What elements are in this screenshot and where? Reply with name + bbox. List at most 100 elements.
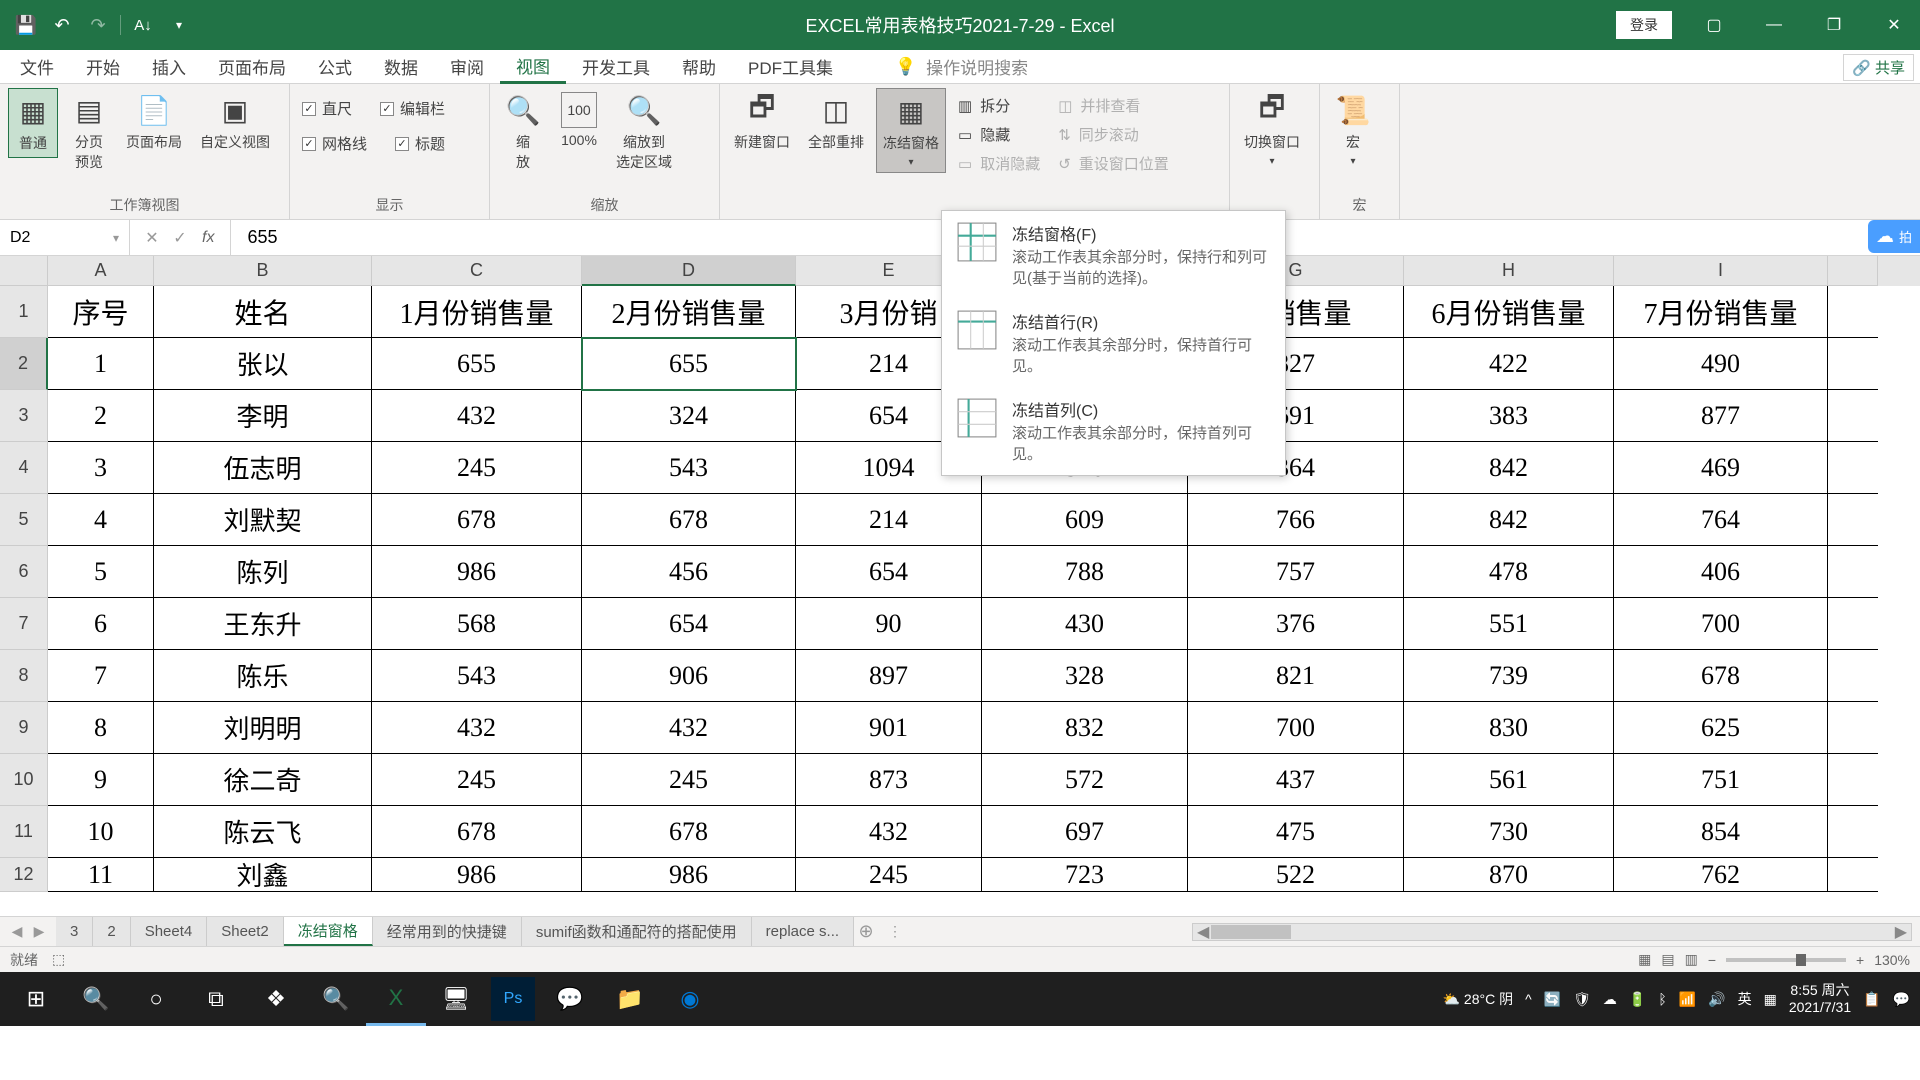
cell[interactable]: 572 <box>982 754 1188 806</box>
cell[interactable]: 700 <box>1188 702 1404 754</box>
view-pagebreak-icon[interactable]: ▥ <box>1685 951 1698 968</box>
monitor-icon[interactable]: 🖥 <box>426 972 486 1026</box>
sheet-tab[interactable]: replace s... <box>752 917 854 946</box>
cell[interactable]: 10 <box>48 806 154 858</box>
cell[interactable]: 9 <box>48 754 154 806</box>
row-header[interactable]: 5 <box>0 494 48 546</box>
cell[interactable]: 655 <box>582 338 796 390</box>
cell[interactable]: 376 <box>1188 598 1404 650</box>
cell[interactable]: 陈列 <box>154 546 372 598</box>
maximize-icon[interactable]: ❐ <box>1808 0 1860 50</box>
cell[interactable]: 655 <box>372 338 582 390</box>
tell-me[interactable]: 💡操作说明搜索 <box>879 50 1044 84</box>
cloud-sync-button[interactable]: ☁ 拍 <box>1868 220 1920 253</box>
cell[interactable]: 788 <box>982 546 1188 598</box>
col-header[interactable]: C <box>372 256 582 286</box>
notifications-icon[interactable]: 📋 <box>1863 991 1880 1008</box>
cell[interactable]: 李明 <box>154 390 372 442</box>
cell[interactable]: 11 <box>48 858 154 892</box>
cell[interactable]: 姓名 <box>154 286 372 338</box>
tab-nav-next[interactable]: ▶ <box>30 923 48 940</box>
cell[interactable]: 5 <box>48 546 154 598</box>
cell[interactable]: 陈云飞 <box>154 806 372 858</box>
cell[interactable] <box>1828 806 1878 858</box>
freeze-panes-option[interactable]: 冻结窗格(F)滚动工作表其余部分时，保持行和列可见(基于当前的选择)。 <box>942 211 1285 299</box>
tab-developer[interactable]: 开发工具 <box>566 50 666 84</box>
redo-icon[interactable]: ↷ <box>84 11 112 39</box>
cell[interactable]: 543 <box>582 442 796 494</box>
cell[interactable]: 刘默契 <box>154 494 372 546</box>
macros-button[interactable]: 📜宏▾ <box>1328 88 1378 171</box>
view-normal-button[interactable]: ▦普通 <box>8 88 58 158</box>
check-headings[interactable]: 标题 <box>391 131 449 156</box>
cell[interactable]: 245 <box>372 442 582 494</box>
cell[interactable]: 832 <box>982 702 1188 754</box>
tray-battery-icon[interactable]: 🔋 <box>1629 991 1646 1008</box>
cell[interactable]: 475 <box>1188 806 1404 858</box>
cell[interactable]: 654 <box>796 546 982 598</box>
cell[interactable]: 刘鑫 <box>154 858 372 892</box>
cell[interactable] <box>1828 754 1878 806</box>
tab-help[interactable]: 帮助 <box>666 50 732 84</box>
cell[interactable]: 2 <box>48 390 154 442</box>
tray-sync-icon[interactable]: 🔄 <box>1544 991 1561 1008</box>
cell[interactable]: 897 <box>796 650 982 702</box>
name-box[interactable]: D2▾ <box>0 220 130 255</box>
check-formulabar[interactable]: 编辑栏 <box>376 96 449 121</box>
cell[interactable]: 6月份销售量 <box>1404 286 1614 338</box>
cell[interactable]: 王东升 <box>154 598 372 650</box>
cell[interactable]: 478 <box>1404 546 1614 598</box>
cell[interactable] <box>1828 598 1878 650</box>
cell[interactable]: 432 <box>582 702 796 754</box>
ime-indicator[interactable]: 英 <box>1738 989 1752 1009</box>
add-sheet-button[interactable]: ⊕ <box>854 921 878 942</box>
zoom-out-icon[interactable]: − <box>1708 952 1716 968</box>
cell[interactable]: 730 <box>1404 806 1614 858</box>
sheet-tab[interactable]: 3 <box>56 917 93 946</box>
row-header[interactable]: 9 <box>0 702 48 754</box>
sheet-tab[interactable]: Sheet2 <box>207 917 284 946</box>
zoom-selection-button[interactable]: 🔍缩放到 选定区域 <box>610 88 678 176</box>
tab-view[interactable]: 视图 <box>500 50 566 84</box>
cell[interactable]: 986 <box>372 858 582 892</box>
col-header[interactable]: B <box>154 256 372 286</box>
minimize-icon[interactable]: — <box>1748 0 1800 50</box>
cell[interactable]: 757 <box>1188 546 1404 598</box>
side-by-side-button[interactable]: ◫并排查看 <box>1052 92 1175 119</box>
sync-scroll-button[interactable]: ⇅同步滚动 <box>1052 121 1175 148</box>
cell[interactable]: 432 <box>372 390 582 442</box>
cell[interactable]: 700 <box>1614 598 1828 650</box>
freeze-top-row-option[interactable]: 冻结首行(R)滚动工作表其余部分时，保持首行可见。 <box>942 299 1285 387</box>
cortana-icon[interactable]: ○ <box>126 972 186 1026</box>
cell[interactable]: 877 <box>1614 390 1828 442</box>
tray-security-icon[interactable]: 🛡 <box>1573 991 1591 1008</box>
cell[interactable] <box>1828 650 1878 702</box>
zoom-in-icon[interactable]: + <box>1856 952 1864 968</box>
cell[interactable]: 870 <box>1404 858 1614 892</box>
cell[interactable]: 伍志明 <box>154 442 372 494</box>
cell[interactable] <box>1828 286 1878 338</box>
cell[interactable]: 245 <box>796 858 982 892</box>
cell[interactable]: 490 <box>1614 338 1828 390</box>
explorer-icon[interactable]: 📁 <box>600 972 660 1026</box>
row-header[interactable]: 2 <box>0 338 48 390</box>
cell[interactable]: 刘明明 <box>154 702 372 754</box>
cell[interactable] <box>1828 858 1878 892</box>
cell[interactable]: 437 <box>1188 754 1404 806</box>
login-button[interactable]: 登录 <box>1616 11 1672 39</box>
undo-icon[interactable]: ↶ <box>48 11 76 39</box>
row-header[interactable]: 12 <box>0 858 48 892</box>
cell[interactable]: 678 <box>582 806 796 858</box>
weather-widget[interactable]: ⛅ 28°C 阴 <box>1443 989 1514 1009</box>
cell[interactable]: 678 <box>582 494 796 546</box>
cell[interactable]: 821 <box>1188 650 1404 702</box>
row-header[interactable]: 8 <box>0 650 48 702</box>
cell[interactable]: 7 <box>48 650 154 702</box>
cell[interactable]: 324 <box>582 390 796 442</box>
close-icon[interactable]: ✕ <box>1868 0 1920 50</box>
cell[interactable]: 723 <box>982 858 1188 892</box>
split-button[interactable]: ▥拆分 <box>952 92 1046 119</box>
edge-icon[interactable]: ◉ <box>660 972 720 1026</box>
cell[interactable]: 561 <box>1404 754 1614 806</box>
sort-icon[interactable]: A↓ <box>129 11 157 39</box>
